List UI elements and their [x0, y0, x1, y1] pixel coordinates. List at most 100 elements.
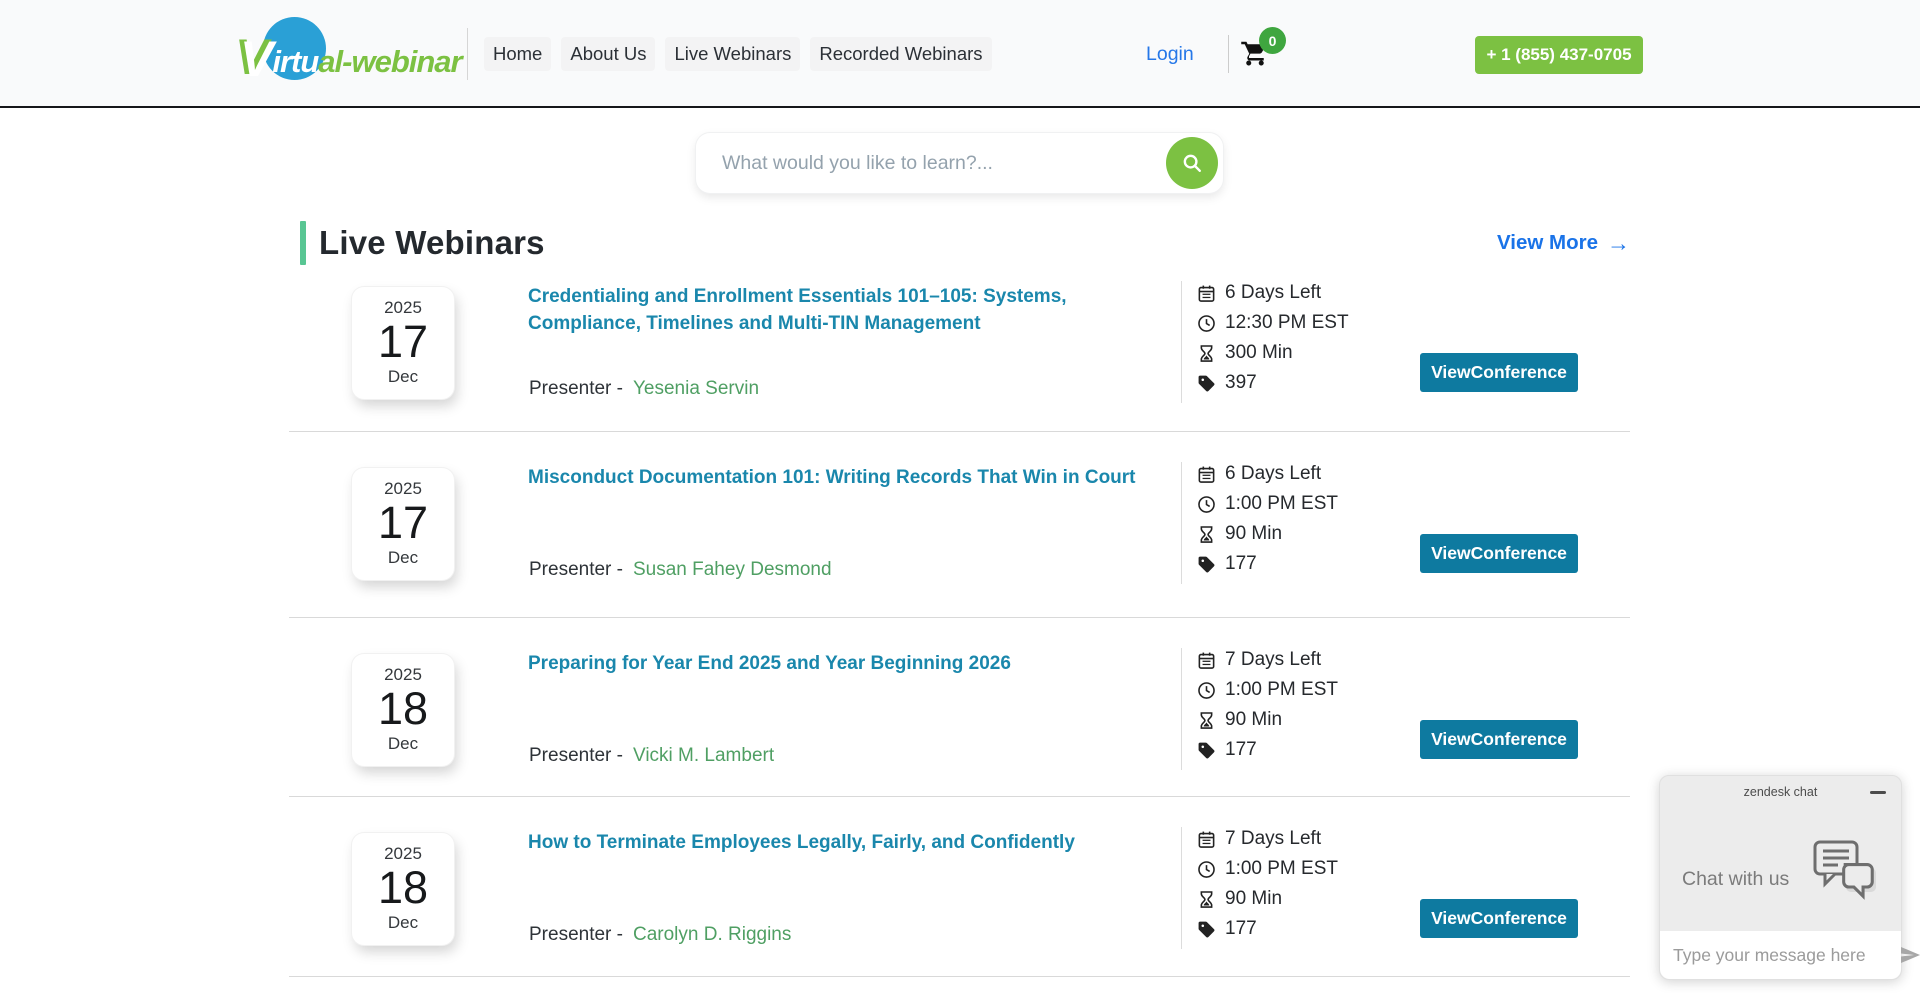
- webinar-id: 177: [1225, 739, 1257, 761]
- calendar-icon: [1197, 465, 1216, 484]
- clock-icon: [1197, 681, 1216, 700]
- webinar-day: 18: [352, 685, 454, 734]
- hourglass-icon: [1197, 344, 1216, 363]
- presenter-name-link[interactable]: Vicki M. Lambert: [633, 745, 774, 766]
- vertical-divider: [1181, 648, 1182, 770]
- webinar-year: 2025: [352, 479, 454, 499]
- presenter-label: Presenter -: [529, 745, 623, 766]
- days-left: 7 Days Left: [1225, 649, 1321, 671]
- time-line: 1:00 PM EST: [1197, 854, 1338, 884]
- days-left: 7 Days Left: [1225, 828, 1321, 850]
- webinar-list: 2025 17 Dec Credentialing and Enrollment…: [289, 251, 1630, 977]
- webinar-meta: 7 Days Left 1:00 PM EST 90 Min 177: [1197, 824, 1338, 944]
- price-line: 177: [1197, 735, 1338, 765]
- presenter-label: Presenter -: [529, 378, 623, 399]
- clock-icon: [1197, 314, 1216, 333]
- webinar-title-link[interactable]: Misconduct Documentation 101: Writing Re…: [528, 465, 1180, 492]
- webinar-main: How to Terminate Employees Legally, Fair…: [528, 830, 1180, 948]
- webinar-id: 177: [1225, 918, 1257, 940]
- webinar-month: Dec: [352, 367, 454, 387]
- webinar-title-link[interactable]: How to Terminate Employees Legally, Fair…: [528, 830, 1180, 857]
- logo-suffix: al-webinar: [318, 44, 461, 79]
- nav-item-about-us[interactable]: About Us: [561, 37, 655, 71]
- time-line: 12:30 PM EST: [1197, 308, 1349, 338]
- webinar-year: 2025: [352, 844, 454, 864]
- date-card: 2025 17 Dec: [352, 468, 454, 580]
- vertical-divider: [1181, 462, 1182, 584]
- zendesk-chat-widget: zendesk chat Chat with us: [1659, 775, 1902, 980]
- search-bar: [696, 133, 1223, 193]
- calendar-icon: [1197, 830, 1216, 849]
- time-line: 1:00 PM EST: [1197, 489, 1338, 519]
- webinar-year: 2025: [352, 665, 454, 685]
- date-card: 2025 18 Dec: [352, 654, 454, 766]
- webinar-row: 2025 17 Dec Misconduct Documentation 101…: [289, 432, 1630, 618]
- hourglass-icon: [1197, 890, 1216, 909]
- webinar-main: Misconduct Documentation 101: Writing Re…: [528, 465, 1180, 583]
- tag-icon: [1197, 374, 1216, 393]
- header-divider: [1228, 35, 1229, 73]
- chat-bubbles-icon: [1811, 838, 1881, 904]
- send-icon[interactable]: [1898, 943, 1920, 967]
- webinar-title-link[interactable]: Preparing for Year End 2025 and Year Beg…: [528, 651, 1180, 678]
- presenter-line: Presenter - Vicki M. Lambert: [529, 745, 774, 767]
- tag-icon: [1197, 555, 1216, 574]
- search-input[interactable]: [722, 143, 1122, 183]
- webinar-meta: 6 Days Left 1:00 PM EST 90 Min 177: [1197, 459, 1338, 579]
- presenter-name-link[interactable]: Yesenia Servin: [633, 378, 759, 399]
- chat-message-input[interactable]: [1673, 945, 1898, 966]
- duration-line: 90 Min: [1197, 884, 1338, 914]
- time-line: 1:00 PM EST: [1197, 675, 1338, 705]
- site-logo[interactable]: Virtual-webinar: [240, 8, 470, 92]
- tag-icon: [1197, 741, 1216, 760]
- view-conference-button[interactable]: ViewConference: [1420, 720, 1578, 759]
- hourglass-icon: [1197, 525, 1216, 544]
- webinar-title-link[interactable]: Credentialing and Enrollment Essentials …: [528, 284, 1180, 337]
- webinar-meta: 6 Days Left 12:30 PM EST 300 Min 397: [1197, 278, 1349, 398]
- minimize-icon[interactable]: [1870, 791, 1886, 794]
- days-left-line: 7 Days Left: [1197, 824, 1338, 854]
- view-conference-button[interactable]: ViewConference: [1420, 534, 1578, 573]
- webinar-day: 17: [352, 499, 454, 548]
- chat-greeting: Chat with us: [1682, 868, 1789, 891]
- duration: 90 Min: [1225, 709, 1282, 731]
- nav-item-recorded-webinars[interactable]: Recorded Webinars: [810, 37, 991, 71]
- webinar-month: Dec: [352, 548, 454, 568]
- vertical-divider: [1181, 827, 1182, 949]
- webinar-row: 2025 18 Dec How to Terminate Employees L…: [289, 797, 1630, 977]
- webinar-meta: 7 Days Left 1:00 PM EST 90 Min 177: [1197, 645, 1338, 765]
- nav-item-live-webinars[interactable]: Live Webinars: [665, 37, 800, 71]
- header-divider: [467, 28, 468, 80]
- clock-icon: [1197, 860, 1216, 879]
- cart-button[interactable]: 0: [1240, 38, 1274, 72]
- phone-number-button[interactable]: + 1 (855) 437-0705: [1475, 36, 1643, 74]
- tag-icon: [1197, 920, 1216, 939]
- presenter-line: Presenter - Susan Fahey Desmond: [529, 559, 832, 581]
- nav-item-home[interactable]: Home: [484, 37, 551, 71]
- view-conference-button[interactable]: ViewConference: [1420, 899, 1578, 938]
- webinar-id: 177: [1225, 553, 1257, 575]
- logo-text: Virtual-webinar: [240, 26, 462, 84]
- presenter-name-link[interactable]: Carolyn D. Riggins: [633, 924, 791, 945]
- clock-icon: [1197, 495, 1216, 514]
- logo-mid: irtu: [272, 44, 318, 79]
- days-left-line: 6 Days Left: [1197, 459, 1338, 489]
- start-time: 1:00 PM EST: [1225, 858, 1338, 880]
- search-button[interactable]: [1166, 137, 1218, 189]
- presenter-line: Presenter - Yesenia Servin: [529, 378, 759, 400]
- login-link[interactable]: Login: [1146, 43, 1194, 66]
- duration: 300 Min: [1225, 342, 1293, 364]
- view-conference-button[interactable]: ViewConference: [1420, 353, 1578, 392]
- vertical-divider: [1181, 281, 1182, 403]
- calendar-icon: [1197, 651, 1216, 670]
- presenter-label: Presenter -: [529, 559, 623, 580]
- date-card: 2025 17 Dec: [352, 287, 454, 399]
- calendar-icon: [1197, 284, 1216, 303]
- presenter-name-link[interactable]: Susan Fahey Desmond: [633, 559, 832, 580]
- site-header: Virtual-webinar Home About Us Live Webin…: [0, 0, 1920, 108]
- webinar-id: 397: [1225, 372, 1257, 394]
- chat-input-bar: [1660, 931, 1901, 979]
- start-time: 1:00 PM EST: [1225, 493, 1338, 515]
- days-left: 6 Days Left: [1225, 282, 1321, 304]
- webinar-month: Dec: [352, 734, 454, 754]
